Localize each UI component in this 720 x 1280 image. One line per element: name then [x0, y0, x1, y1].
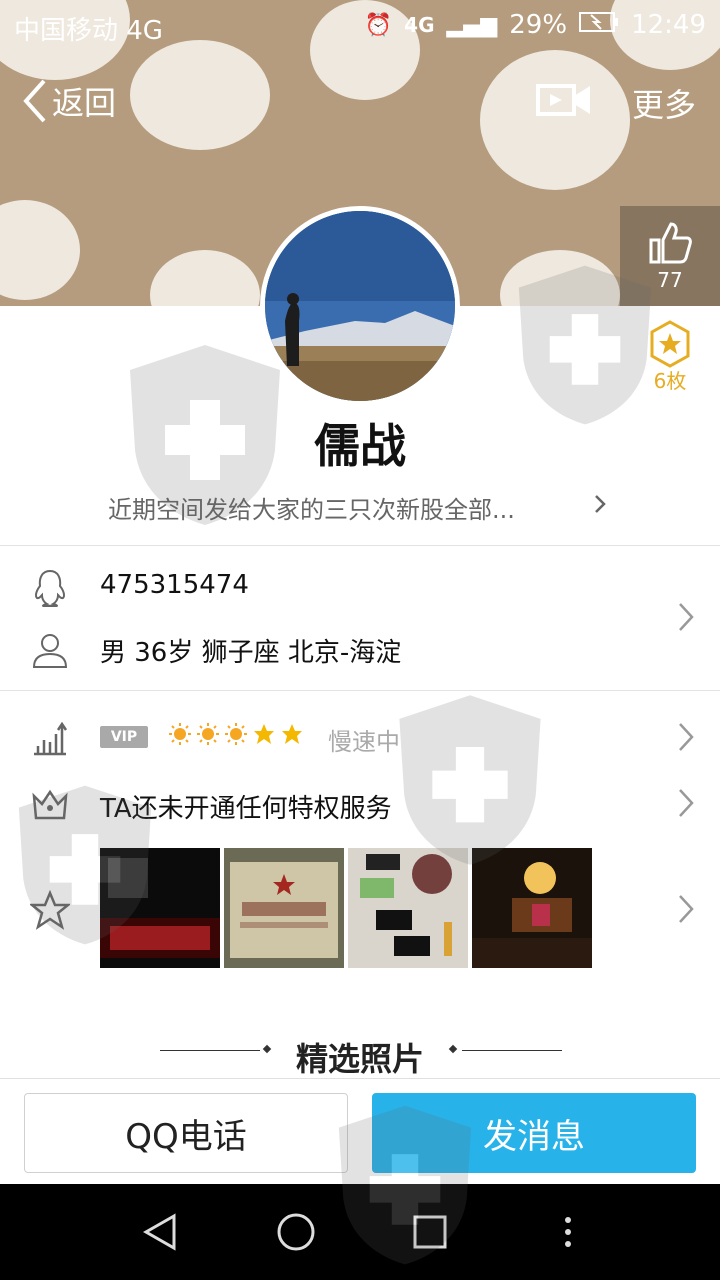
network-label: 4G [404, 13, 435, 37]
action-bar: QQ电话 发消息 [0, 1078, 720, 1184]
speed-status: 慢速中 [328, 728, 400, 756]
star-icon [252, 722, 276, 750]
back-button[interactable]: 返回 [22, 78, 116, 124]
home-circle-icon[interactable] [276, 1212, 316, 1252]
like-count: 77 [657, 268, 683, 292]
penguin-icon [35, 569, 65, 607]
basic-info-row[interactable]: 475315474 男 36岁 狮子座 北京-海淀 [0, 560, 720, 700]
more-button[interactable]: 更多 [632, 80, 696, 126]
back-label: 返回 [52, 84, 117, 122]
video-call-icon[interactable] [536, 78, 592, 126]
user-details: 男 36岁 狮子座 北京-海淀 [100, 638, 402, 668]
badge-button[interactable]: 6枚 [620, 306, 720, 406]
user-icon [32, 634, 68, 668]
sun-icon [224, 722, 248, 750]
chevron-left-icon [23, 79, 46, 123]
privilege-text: TA还未开通任何特权服务 [100, 794, 392, 824]
section-line [462, 1050, 562, 1051]
qq-number: 475315474 [100, 570, 249, 600]
photo-thumbnail[interactable] [348, 848, 468, 968]
avatar[interactable] [260, 206, 460, 406]
chevron-right-icon [679, 723, 694, 751]
sun-icon [196, 722, 220, 750]
top-nav: 返回 更多 [0, 72, 720, 132]
signal-icon: ▂▄▆ [446, 12, 498, 38]
photo-thumbnail[interactable] [224, 848, 344, 968]
chevron-right-icon [679, 789, 694, 817]
alarm-icon: ⏰ [364, 12, 393, 38]
system-nav-bar [0, 1184, 720, 1280]
star-icon [280, 722, 304, 750]
photo-thumbnail[interactable] [472, 848, 592, 968]
vip-tag: VIP [100, 726, 148, 748]
sun-icon [168, 722, 192, 750]
signature-text[interactable]: 近期空间发给大家的三只次新股全部... [108, 490, 515, 525]
back-triangle-icon[interactable] [142, 1212, 178, 1252]
recents-square-icon[interactable] [412, 1212, 448, 1252]
divider [0, 690, 720, 691]
carrier-label: 中国移动 4G [14, 16, 163, 46]
divider [0, 545, 720, 546]
battery-icon [579, 10, 619, 40]
chevron-right-icon[interactable] [592, 490, 610, 518]
crown-icon [32, 789, 68, 820]
menu-dots-icon[interactable] [560, 1212, 576, 1252]
privilege-row[interactable]: TA还未开通任何特权服务 [0, 772, 720, 836]
profile-name: 儒战 [314, 419, 406, 473]
status-bar: 中国移动 4G ⏰ 4G ▂▄▆ 29% 12:49 [0, 0, 720, 50]
chevron-right-icon [679, 895, 694, 923]
photo-thumbnail[interactable] [100, 848, 220, 968]
level-suns [168, 722, 304, 750]
qq-call-button[interactable]: QQ电话 [24, 1093, 348, 1173]
badge-count: 6枚 [653, 369, 687, 393]
clock: 12:49 [631, 10, 706, 40]
chevron-right-icon [679, 603, 694, 631]
photo-strip [100, 848, 592, 968]
send-message-button[interactable]: 发消息 [372, 1093, 696, 1173]
thumbs-up-icon [649, 222, 692, 264]
level-chart-icon [34, 721, 68, 756]
like-button[interactable]: 77 [620, 206, 720, 306]
star-outline-icon [30, 890, 70, 930]
medal-icon [650, 320, 690, 368]
battery-percent: 29% [509, 10, 568, 40]
section-title: 精选照片 [295, 1040, 424, 1078]
